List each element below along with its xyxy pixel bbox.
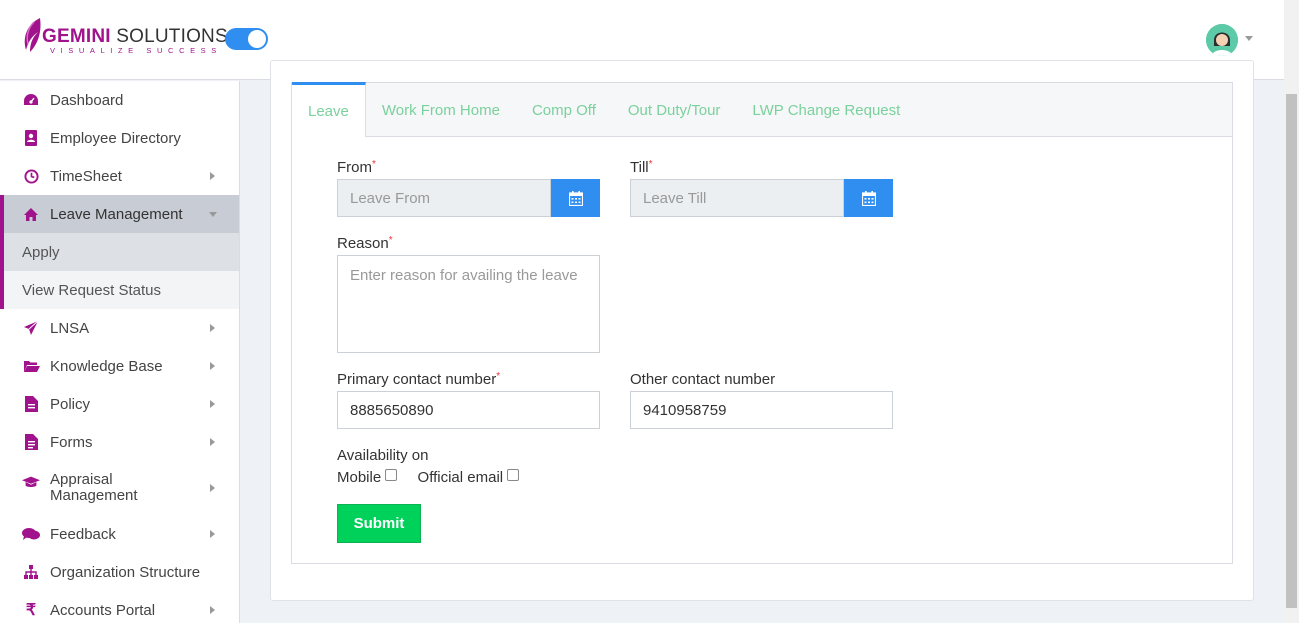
reason-label: Reason* [337,235,393,252]
tab-leave[interactable]: Leave [292,82,366,137]
calendar-icon [861,190,876,206]
mobile-checkbox[interactable] [385,469,398,482]
sidebar-item-label: Employee Directory [50,129,181,147]
sidebar-item-dashboard[interactable]: Dashboard [0,81,239,119]
required-mark: * [372,159,376,170]
availability-label: Availability on [337,447,429,464]
sidebar-item-leave-management[interactable]: Leave Management [0,195,239,233]
sidebar-item-label: LNSA [50,319,90,337]
sidebar-item-label: Organization Structure [50,563,201,581]
sidebar-item-label: Policy [50,395,91,413]
chevron-right-icon [210,530,215,538]
toggle-knob [248,30,266,48]
sidebar: Dashboard Employee Directory TimeSheet L… [0,81,240,623]
sidebar-item-label: Dashboard [50,91,124,109]
chevron-right-icon [210,438,215,446]
tab-lwp-change-request[interactable]: LWP Change Request [736,83,916,137]
dashboard-icon [22,91,40,109]
tab-comp-off[interactable]: Comp Off [516,83,612,137]
official-email-checkbox[interactable] [507,469,520,482]
sidebar-item-employee-directory[interactable]: Employee Directory [0,119,239,157]
required-mark: * [388,235,393,246]
other-contact-label: Other contact number [630,371,776,388]
chevron-right-icon [210,606,215,614]
tab-out-duty-tour[interactable]: Out Duty/Tour [612,83,737,137]
tab-bar: Leave Work From Home Comp Off Out Duty/T… [292,82,1232,137]
chevron-right-icon [210,362,215,370]
primary-contact-label: Primary contact number* [337,371,501,388]
sidebar-item-policy[interactable]: Policy [0,385,239,423]
sidebar-item-label: TimeSheet [50,167,122,185]
brand-tagline: VISUALIZE SUCCESS [50,46,222,55]
folder-open-icon [22,357,40,375]
tab-work-from-home[interactable]: Work From Home [366,83,516,137]
chevron-right-icon [210,172,215,180]
sidebar-subitem-view-request-status[interactable]: View Request Status [0,271,239,309]
sidebar-subitem-label: Apply [22,243,60,261]
brand-name: GEMINI SOLUTIONS [42,26,228,47]
calendar-icon [568,190,583,206]
from-label: From* [337,159,376,176]
chevron-down-icon [209,212,217,217]
reason-textarea[interactable]: Enter reason for availing the leave [337,255,600,353]
sidebar-item-label: Leave Management [50,205,183,223]
sidebar-item-forms[interactable]: Forms [0,423,239,461]
rupee-icon: ₹ [25,602,37,619]
sidebar-item-lnsa[interactable]: LNSA [0,309,239,347]
sidebar-item-knowledge-base[interactable]: Knowledge Base [0,347,239,385]
chevron-right-icon [210,400,215,408]
chevron-right-icon [210,324,215,332]
sidebar-item-timesheet[interactable]: TimeSheet [0,157,239,195]
other-contact-input[interactable]: 9410958759 [630,391,893,429]
from-calendar-button[interactable] [551,179,600,217]
user-menu-caret-icon[interactable] [1245,36,1253,41]
till-calendar-button[interactable] [844,179,893,217]
graduation-cap-icon [22,473,40,491]
file-text-icon [22,433,40,451]
required-mark: * [648,159,653,170]
sidebar-subitem-apply[interactable]: Apply [0,233,239,271]
leave-from-input[interactable]: Leave From [337,179,551,217]
home-icon [22,205,40,223]
sidebar-item-appraisal-management[interactable]: Appraisal Management [0,461,239,515]
clock-icon [22,167,40,185]
sidebar-subitem-label: View Request Status [22,281,161,299]
user-avatar[interactable] [1206,24,1238,56]
sidebar-item-label: Forms [50,433,93,451]
leave-till-input[interactable]: Leave Till [630,179,844,217]
availability-options: Mobile Official email [337,469,520,486]
scrollbar-thumb[interactable] [1286,94,1297,608]
official-email-label: Official email [417,469,504,486]
page-scrollbar[interactable] [1284,0,1299,623]
comments-icon [22,525,40,543]
sidebar-item-organization-structure[interactable]: Organization Structure [0,553,239,591]
user-avatar-icon [1206,24,1238,56]
sidebar-item-label: Appraisal Management [50,471,138,504]
gemini-logo[interactable]: GEMINI SOLUTIONS VISUALIZE SUCCESS [20,16,230,58]
sidebar-item-label: Feedback [50,525,116,543]
primary-contact-input[interactable]: 8885650890 [337,391,600,429]
mobile-label: Mobile [337,469,382,486]
chevron-right-icon [210,484,215,492]
sitemap-icon [22,563,40,581]
sidebar-item-label: Knowledge Base [50,357,163,375]
paper-plane-icon [22,319,40,337]
file-icon [22,395,40,413]
theme-toggle[interactable] [225,28,268,50]
sidebar-item-feedback[interactable]: Feedback [0,515,239,553]
required-mark: * [496,371,501,382]
submit-button[interactable]: Submit [337,504,421,543]
sidebar-item-accounts-portal[interactable]: ₹ Accounts Portal [0,591,239,623]
address-book-icon [22,129,40,147]
till-label: Till* [630,159,653,176]
sidebar-item-label: Accounts Portal [50,601,156,619]
